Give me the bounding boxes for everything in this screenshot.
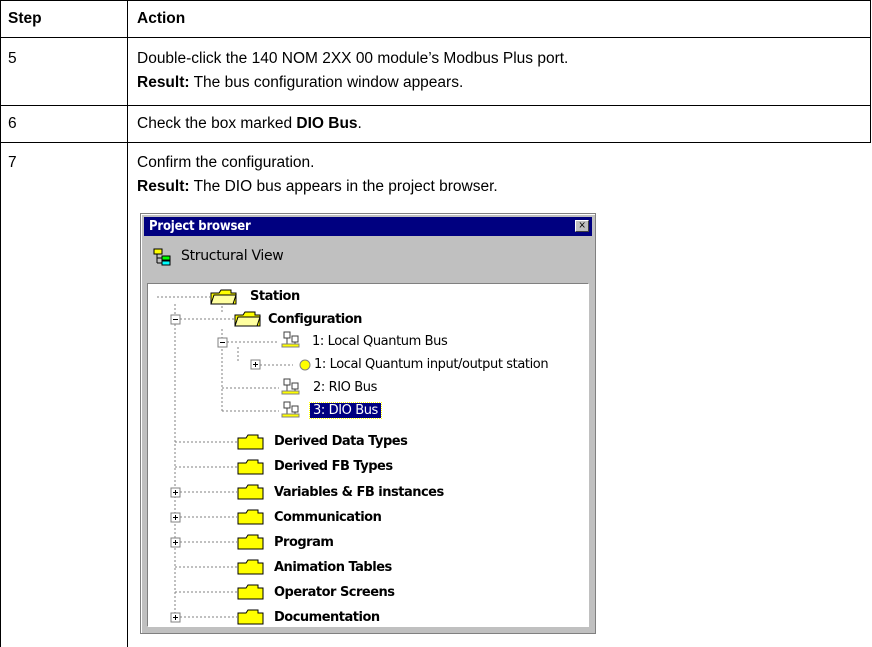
tree-item-bus1[interactable]: 1: Local Quantum Bus bbox=[312, 334, 448, 350]
table-rule bbox=[0, 142, 871, 143]
folder-open-icon bbox=[210, 294, 237, 305]
action-text: Confirm the configuration. bbox=[137, 154, 315, 171]
tree-item-bus3[interactable]: 3: DIO Bus bbox=[309, 402, 382, 419]
action-bold: DIO Bus bbox=[296, 115, 358, 132]
step-number: 7 bbox=[8, 154, 17, 171]
table-rule bbox=[0, 0, 871, 1]
tree-item-program[interactable]: Program bbox=[274, 535, 334, 551]
folder-icon bbox=[237, 534, 264, 550]
step-number: 6 bbox=[8, 115, 17, 132]
bus-icon bbox=[283, 331, 291, 339]
folder-icon bbox=[237, 584, 264, 600]
folder-open-icon bbox=[234, 316, 261, 327]
tree-item-configuration[interactable]: Configuration bbox=[268, 312, 362, 328]
bus-icon bbox=[291, 382, 299, 390]
result-line: Result: The bus configuration window app… bbox=[137, 72, 463, 94]
table-rule bbox=[0, 37, 871, 38]
folder-icon bbox=[237, 459, 264, 475]
action-text: Check the box marked DIO Bus. bbox=[137, 113, 362, 135]
result-line: Result: The DIO bus appears in the proje… bbox=[137, 176, 498, 198]
selected-label: 3: DIO Bus bbox=[309, 402, 382, 419]
step-number: 5 bbox=[8, 50, 17, 67]
tree-item-animation[interactable]: Animation Tables bbox=[274, 560, 392, 576]
folder-icon bbox=[237, 484, 264, 500]
tree-item-bus2[interactable]: 2: RIO Bus bbox=[313, 380, 377, 396]
result-text: The bus configuration window appears. bbox=[189, 74, 464, 91]
tree-item-station[interactable]: Station bbox=[250, 289, 300, 305]
action-text: Double-click the 140 NOM 2XX 00 module’s… bbox=[137, 50, 569, 67]
result-label: Result: bbox=[137, 74, 190, 91]
folder-icon bbox=[237, 509, 264, 525]
action-pre: Check the box marked bbox=[137, 115, 297, 132]
result-label: Result: bbox=[137, 178, 190, 195]
bus-icon-rail bbox=[281, 413, 300, 418]
folder-icon bbox=[237, 559, 264, 575]
structural-view-icon bbox=[153, 248, 171, 266]
bus-icon-rail bbox=[281, 390, 300, 395]
tree-item-communication[interactable]: Communication bbox=[274, 510, 382, 526]
window-title: Project browser bbox=[149, 219, 251, 234]
window-title-bar[interactable]: Project browser × bbox=[144, 217, 592, 236]
project-browser-window: Project browser × Structural View Statio… bbox=[140, 213, 596, 634]
action-post: . bbox=[357, 115, 362, 132]
tree-item-operator[interactable]: Operator Screens bbox=[274, 585, 395, 601]
bus-icon bbox=[291, 335, 299, 343]
result-text: The DIO bus appears in the project brows… bbox=[189, 178, 498, 195]
table-rule bbox=[0, 105, 871, 106]
table-rule bbox=[870, 0, 871, 143]
bus-icon-rail bbox=[281, 343, 300, 348]
tree-item-derived-data[interactable]: Derived Data Types bbox=[274, 434, 408, 450]
table-rule bbox=[0, 0, 1, 647]
tree-item-station1[interactable]: 1: Local Quantum input/output station bbox=[314, 357, 549, 373]
bus-icon bbox=[283, 401, 291, 409]
structural-view-label: Structural View bbox=[181, 248, 284, 264]
table-rule bbox=[127, 0, 128, 647]
tree-item-documentation[interactable]: Documentation bbox=[274, 610, 380, 626]
folder-icon bbox=[237, 434, 264, 450]
folder-icon bbox=[237, 609, 264, 625]
bus-icon bbox=[283, 378, 291, 386]
header-action: Action bbox=[137, 10, 186, 27]
tree-view[interactable]: Station Configuration 1: Local Quantum B… bbox=[147, 283, 589, 627]
header-step: Step bbox=[8, 10, 42, 27]
tree-item-variables[interactable]: Variables & FB instances bbox=[274, 485, 444, 501]
station-node-icon bbox=[299, 359, 311, 371]
bus-icon bbox=[291, 405, 299, 413]
tree-item-derived-fb[interactable]: Derived FB Types bbox=[274, 459, 393, 475]
close-icon[interactable]: × bbox=[575, 220, 589, 232]
